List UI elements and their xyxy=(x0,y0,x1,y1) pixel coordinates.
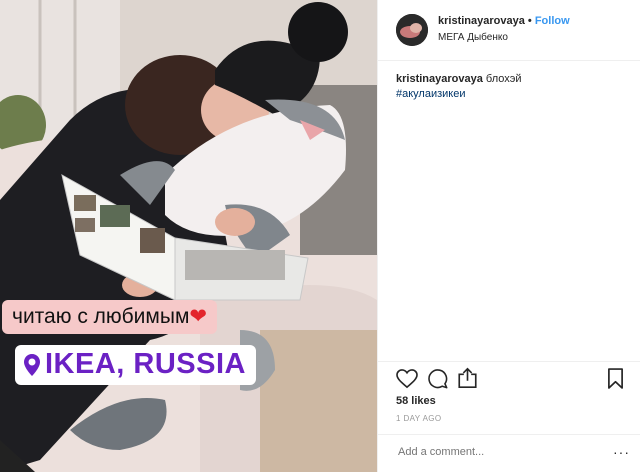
caption-text: блохэй xyxy=(485,73,522,85)
more-options-icon[interactable]: ··· xyxy=(613,444,630,460)
caption-username[interactable]: kristinayarovaya xyxy=(396,73,483,85)
caption: kristinayarovaya блохэй #акулаизикеи xyxy=(396,72,626,102)
post-photo xyxy=(0,0,377,472)
share-icon[interactable] xyxy=(457,367,478,394)
timestamp[interactable]: 1 DAY AGO xyxy=(396,414,442,423)
separator-dot: • xyxy=(527,15,532,27)
avatar[interactable] xyxy=(396,14,428,46)
username-link[interactable]: kristinayarovaya xyxy=(438,15,525,27)
hashtag-link[interactable]: #акулаизикеи xyxy=(396,88,466,100)
location-sticker-label: IKEA, RUSSIA xyxy=(45,348,246,380)
sticker-label: читаю с любимым xyxy=(12,305,190,328)
heart-icon[interactable] xyxy=(396,369,418,394)
follow-button[interactable]: Follow xyxy=(535,15,570,27)
post-header: kristinayarovaya • Follow МЕГА Дыбенко xyxy=(378,0,640,61)
post-image[interactable]: читаю с любимым❤ IKEA, RUSSIA xyxy=(0,0,377,472)
sticker-text: читаю с любимым❤ xyxy=(2,300,217,334)
bookmark-icon[interactable] xyxy=(607,368,624,394)
comment-bar: ··· xyxy=(378,434,640,473)
location-link[interactable]: МЕГА Дыбенко xyxy=(438,32,508,43)
comment-input[interactable] xyxy=(396,445,600,459)
post-sidebar: kristinayarovaya • Follow МЕГА Дыбенко k… xyxy=(377,0,640,472)
heart-emoji-icon: ❤ xyxy=(189,305,207,328)
comment-icon[interactable] xyxy=(427,368,448,394)
divider xyxy=(378,361,640,362)
location-sticker[interactable]: IKEA, RUSSIA xyxy=(15,345,256,385)
likes-count[interactable]: 58 likes xyxy=(396,395,436,407)
location-pin-icon xyxy=(24,353,40,376)
avatar-image xyxy=(396,14,428,46)
